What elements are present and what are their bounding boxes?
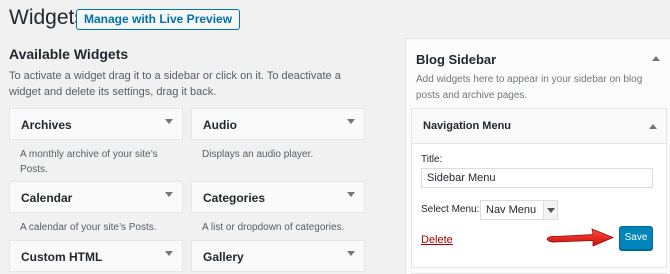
collapse-arrow-icon[interactable] xyxy=(649,124,657,129)
available-widgets-description: To activate a widget drag it to a sideba… xyxy=(9,70,341,98)
widget-title: Custom HTML xyxy=(21,250,103,264)
expand-arrow-icon[interactable] xyxy=(165,192,173,197)
widget-description: A list or dropdown of categories. xyxy=(202,222,345,233)
widget-description: A calendar of your site’s Posts. xyxy=(20,222,157,233)
blog-sidebar-panel: Blog Sidebar Add widgets here to appear … xyxy=(405,38,670,274)
navigation-menu-header[interactable]: Navigation Menu xyxy=(412,109,666,144)
sidebar-title[interactable]: Blog Sidebar xyxy=(416,52,496,67)
widget-title: Audio xyxy=(203,118,237,132)
expand-arrow-icon[interactable] xyxy=(347,192,355,197)
collapse-arrow-icon[interactable] xyxy=(652,56,660,61)
title-input[interactable] xyxy=(421,168,653,188)
widget-title: Navigation Menu xyxy=(423,120,512,132)
widget-title: Calendar xyxy=(21,191,73,205)
expand-arrow-icon[interactable] xyxy=(165,251,173,256)
title-label: Title: xyxy=(421,154,443,165)
save-button[interactable]: Save xyxy=(619,226,653,250)
available-widgets-heading: Available Widgets xyxy=(9,46,129,62)
widget-categories[interactable]: Categories xyxy=(191,181,365,213)
pointer-arrow-icon xyxy=(546,228,615,247)
page-title: Widgets xyxy=(9,6,85,29)
sidebar-description: Add widgets here to appear in your sideb… xyxy=(416,74,643,101)
expand-arrow-icon[interactable] xyxy=(347,119,355,124)
select-menu-label: Select Menu: xyxy=(421,204,480,215)
widget-title: Categories xyxy=(203,191,266,205)
widget-description: Displays an audio player. xyxy=(202,149,314,160)
widget-title: Gallery xyxy=(203,250,244,264)
widget-description: A monthly archive of your site’s Posts. xyxy=(20,149,158,175)
widget-gallery[interactable]: Gallery xyxy=(191,240,365,272)
expand-arrow-icon[interactable] xyxy=(347,251,355,256)
widget-custom-html[interactable]: Custom HTML xyxy=(9,240,183,272)
widget-audio[interactable]: Audio xyxy=(191,108,365,140)
widget-calendar[interactable]: Calendar xyxy=(9,181,183,213)
menu-select[interactable]: Nav Menu xyxy=(480,200,558,220)
navigation-menu-widget: Navigation Menu Title: Select Menu: Nav … xyxy=(411,108,667,268)
delete-link[interactable]: Delete xyxy=(421,234,453,246)
menu-select-value: Nav Menu xyxy=(486,204,537,216)
widget-archives[interactable]: Archives xyxy=(9,108,183,140)
manage-live-preview-button[interactable]: Manage with Live Preview xyxy=(76,9,241,30)
expand-arrow-icon[interactable] xyxy=(165,119,173,124)
chevron-down-icon[interactable] xyxy=(543,201,557,219)
widget-title: Archives xyxy=(21,118,72,132)
